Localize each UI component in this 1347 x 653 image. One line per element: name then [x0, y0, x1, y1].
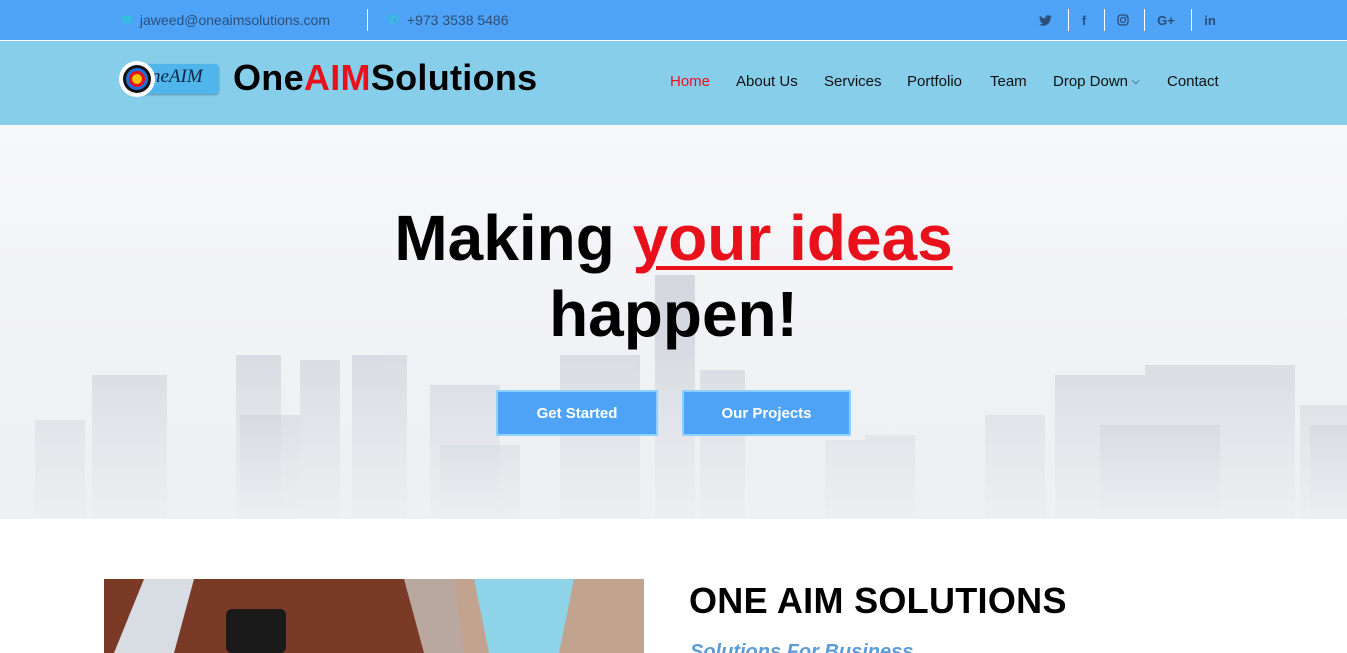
nav-drop-down-label: Drop Down [1053, 73, 1129, 90]
envelope-icon: ✉ [121, 12, 132, 27]
hero-heading-line-2: happen! [549, 278, 798, 350]
nav-team[interactable]: Team [990, 73, 1027, 90]
top-bar: ✉ jaweed@oneaimsolutions.com ✆ +973 3538… [0, 0, 1347, 40]
logo-text: neAIM [151, 66, 203, 87]
brand-name[interactable]: OneAIMSolutions [233, 57, 538, 99]
hero-heading-line-1: Making your ideas [0, 199, 1347, 277]
nav-contact[interactable]: Contact [1167, 73, 1219, 90]
about-subtitle: Solutions For Business [690, 641, 914, 653]
hero-heading-highlight: your ideas [632, 202, 953, 274]
email-text[interactable]: jaweed@oneaimsolutions.com [140, 12, 330, 28]
about-title: ONE AIM SOLUTIONS [689, 580, 1067, 621]
phone-icon: ✆ [388, 12, 399, 27]
google-plus-icon[interactable]: G+ [1155, 0, 1177, 40]
divider [1068, 9, 1069, 31]
target-icon [119, 61, 155, 97]
email-contact[interactable]: ✉ jaweed@oneaimsolutions.com [121, 0, 330, 40]
about-photo-image [104, 579, 644, 653]
phone-text[interactable]: +973 3538 5486 [407, 12, 509, 28]
nav-about-us[interactable]: About Us [736, 73, 798, 90]
our-projects-button[interactable]: Our Projects [682, 390, 851, 436]
divider [367, 9, 368, 31]
hero-section: Making your ideas happen! Get Started Ou… [0, 125, 1347, 519]
linkedin-icon[interactable]: in [1199, 0, 1221, 40]
nav-home[interactable]: Home [670, 73, 710, 90]
divider [1104, 9, 1105, 31]
divider [1144, 9, 1145, 31]
nav-portfolio[interactable]: Portfolio [907, 73, 962, 90]
brand-part-aim: AIM [303, 57, 371, 98]
nav-services[interactable]: Services [824, 73, 882, 90]
chevron-down-icon: ⌵ [1132, 76, 1140, 87]
about-photo [104, 579, 644, 653]
facebook-icon[interactable]: f [1073, 0, 1095, 40]
twitter-icon[interactable] [1034, 0, 1056, 40]
brand-part-solutions: Solutions [370, 57, 538, 98]
logo[interactable]: neAIM [119, 61, 219, 97]
brand-part-one: One [233, 57, 304, 98]
phone-contact[interactable]: ✆ +973 3538 5486 [388, 0, 509, 40]
get-started-button[interactable]: Get Started [496, 390, 658, 436]
divider [1191, 9, 1192, 31]
instagram-icon[interactable] [1112, 0, 1134, 40]
hero-heading-pre: Making [394, 202, 633, 274]
nav-drop-down[interactable]: Drop Down ⌵ [1053, 73, 1140, 90]
